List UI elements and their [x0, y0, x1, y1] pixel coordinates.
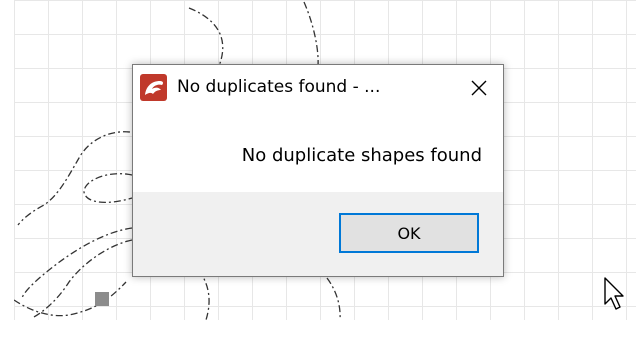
app-logo-icon [140, 74, 167, 101]
dialog-footer: OK [133, 192, 503, 276]
duplicates-dialog: No duplicates found - ... No duplicate s… [132, 64, 504, 277]
dialog-message: No duplicate shapes found [241, 145, 482, 166]
selection-handle[interactable] [95, 292, 109, 306]
mouse-pointer-icon [604, 277, 626, 315]
close-icon [471, 80, 487, 96]
ok-button[interactable]: OK [339, 213, 479, 253]
close-button[interactable] [461, 71, 497, 105]
dialog-title-bar[interactable]: No duplicates found - ... [133, 65, 503, 111]
dialog-title: No duplicates found - ... [177, 77, 381, 97]
